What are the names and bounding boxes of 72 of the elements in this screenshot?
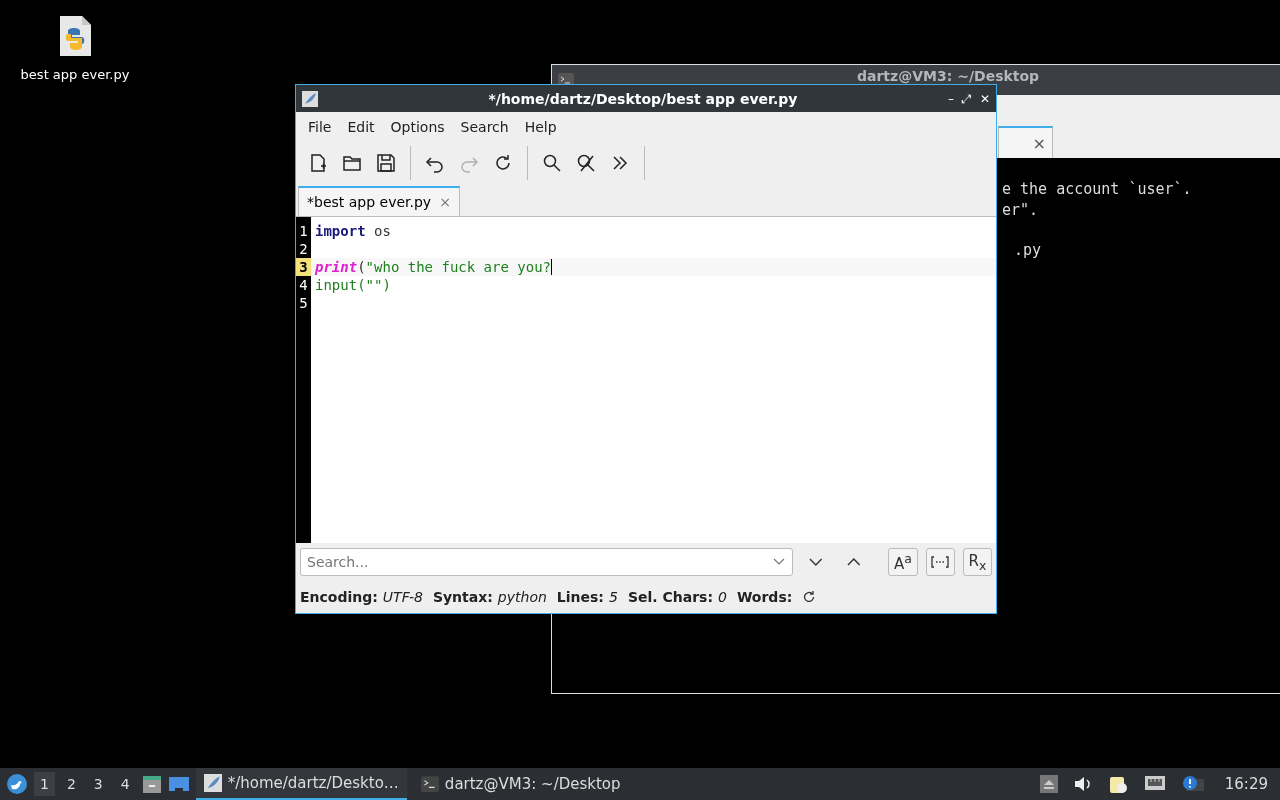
- workspace-button[interactable]: 3: [87, 772, 109, 796]
- new-file-icon[interactable]: [308, 153, 328, 173]
- workspace-button[interactable]: 1: [34, 772, 55, 796]
- code-line: print("who the fuck are you?: [315, 258, 552, 276]
- dropdown-icon[interactable]: [773, 558, 786, 566]
- status-value: python: [497, 589, 547, 605]
- status-label: Sel. Chars:: [627, 589, 713, 605]
- menu-item[interactable]: Edit: [339, 119, 383, 135]
- status-label: Lines:: [556, 589, 604, 605]
- network-icon[interactable]: [1143, 775, 1166, 793]
- terminal-tab[interactable]: ×: [998, 126, 1053, 158]
- workspace-button[interactable]: 4: [114, 772, 136, 796]
- whole-word-button[interactable]: [925, 548, 955, 576]
- search-icon[interactable]: [542, 153, 562, 173]
- refresh-icon[interactable]: [802, 590, 817, 604]
- status-value: 0: [718, 589, 727, 605]
- chevron-up-icon[interactable]: [846, 557, 861, 567]
- line-number: 5: [298, 294, 309, 312]
- search-clear-icon[interactable]: [576, 153, 596, 173]
- line-number: 1: [298, 222, 309, 240]
- terminal-icon: [420, 776, 439, 792]
- file-tab[interactable]: *best app ever.py ×: [298, 186, 460, 216]
- status-value: 5: [608, 589, 618, 605]
- quill-icon: [302, 90, 318, 107]
- window-control[interactable]: –: [947, 91, 954, 106]
- tab-label: *best app ever.py: [307, 194, 432, 210]
- window-control[interactable]: ⤢: [961, 91, 972, 106]
- quill-icon: [203, 774, 222, 792]
- menu-item[interactable]: Options: [382, 119, 453, 135]
- clipboard-icon[interactable]: [1107, 774, 1128, 794]
- line-number: 2: [298, 240, 309, 258]
- code-line: import os: [315, 222, 391, 240]
- code-line: input(""): [315, 276, 391, 294]
- notification-icon[interactable]: [1181, 775, 1204, 793]
- save-icon[interactable]: [376, 153, 396, 173]
- terminal-text: .py: [1014, 241, 1042, 259]
- taskbar-task[interactable]: */home/dartz/Deskto…: [195, 768, 407, 800]
- reload-icon[interactable]: [493, 153, 513, 173]
- status-value: UTF-8: [382, 589, 423, 605]
- window-control[interactable]: ✕: [979, 91, 990, 106]
- eject-icon[interactable]: [1039, 775, 1058, 793]
- task-label: */home/dartz/Deskto…: [227, 774, 399, 792]
- terminal-text: er".: [1002, 200, 1039, 219]
- regex-button[interactable]: R$_{x}$: [962, 548, 992, 576]
- file-label[interactable]: best app ever.py: [20, 67, 130, 82]
- window-title: */home/dartz/Desktop/best app ever.py: [487, 90, 799, 107]
- line-number: 3: [296, 258, 311, 276]
- menu-item[interactable]: Help: [516, 119, 565, 135]
- volume-icon[interactable]: [1073, 776, 1092, 792]
- close-icon[interactable]: ×: [1032, 133, 1046, 153]
- search-field[interactable]: Search...: [300, 548, 794, 576]
- taskbar-task[interactable]: dartz@VM3: ~/Desktop: [412, 768, 629, 800]
- line-number: 4: [298, 276, 309, 294]
- status-label: Words:: [736, 589, 793, 605]
- text-caret: [551, 259, 553, 275]
- task-label: dartz@VM3: ~/Desktop: [444, 775, 621, 793]
- brackets-icon: [931, 556, 950, 568]
- match-case-button[interactable]: A$^{a}$: [888, 548, 918, 576]
- workspace-button[interactable]: 2: [60, 772, 82, 796]
- status-label: Syntax:: [432, 589, 493, 605]
- status-label: Encoding:: [300, 589, 378, 605]
- bird-logo-icon[interactable]: [6, 773, 28, 795]
- menu-item[interactable]: File: [300, 119, 340, 135]
- file-cabinet-icon[interactable]: [141, 774, 162, 794]
- menu-item[interactable]: Search: [452, 119, 517, 135]
- folder-icon[interactable]: [342, 153, 362, 173]
- close-icon[interactable]: ×: [439, 194, 451, 210]
- clock: 16:29: [1224, 775, 1268, 793]
- terminal-text: e the account `user`.: [1002, 180, 1192, 198]
- python-file-icon[interactable]: [58, 15, 92, 57]
- window-title: dartz@VM3: ~/Desktop: [857, 69, 1040, 84]
- chevron-down-icon[interactable]: [809, 557, 823, 567]
